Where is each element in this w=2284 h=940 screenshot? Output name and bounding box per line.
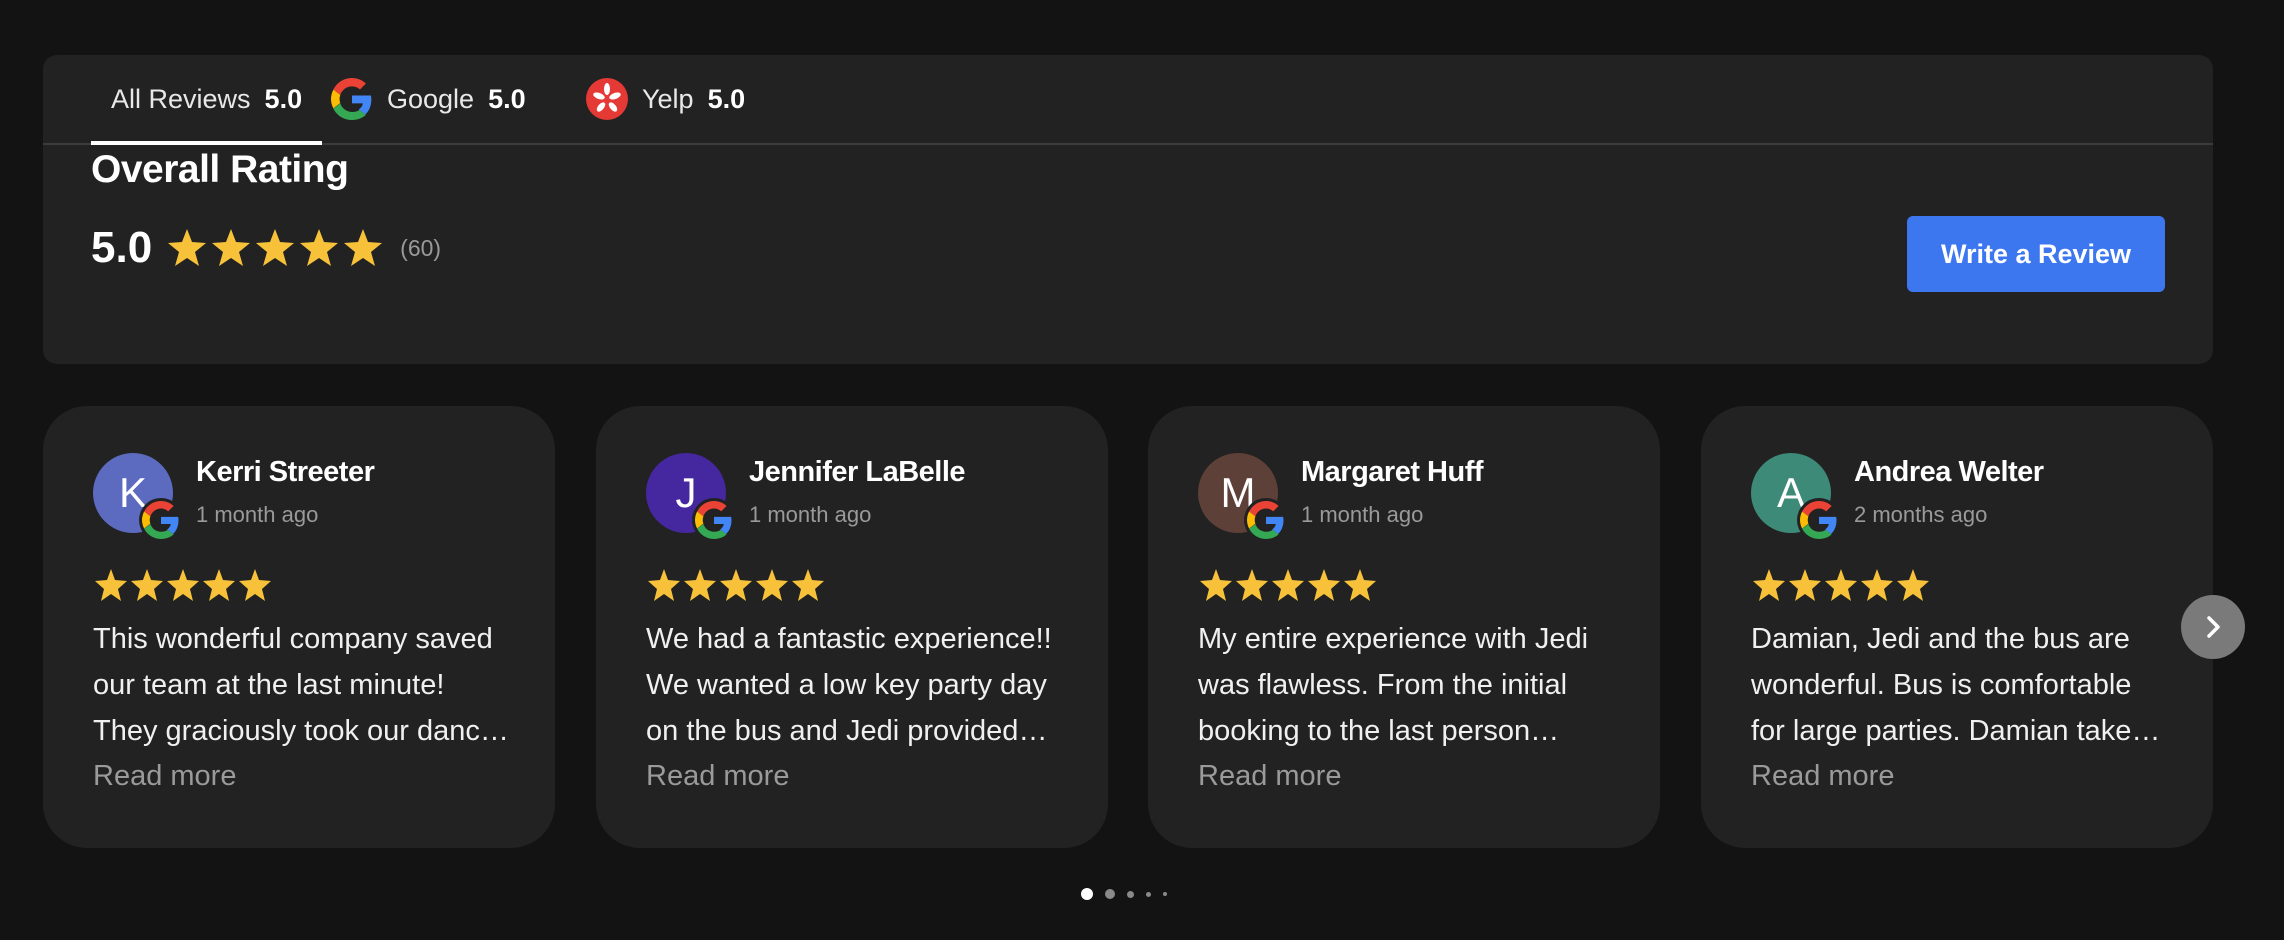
pagination-dot[interactable] — [1081, 888, 1093, 900]
google-icon — [139, 498, 183, 542]
yelp-icon — [586, 78, 628, 120]
reviewer-name: Kerri Streeter — [196, 456, 375, 488]
tab-score: 5.0 — [488, 83, 526, 114]
review-body: We had a fantastic experience!! We wante… — [646, 623, 1052, 747]
tab-label: All Reviews — [111, 83, 251, 114]
tab-google[interactable]: Google 5.0 — [331, 55, 526, 143]
review-text: This wonderful company saved our team at… — [93, 616, 513, 754]
review-body: My entire experience with Jedi was flawl… — [1198, 623, 1589, 747]
pagination-dot[interactable] — [1127, 890, 1134, 898]
tab-score: 5.0 — [264, 83, 303, 114]
star-rating-icon — [648, 569, 824, 601]
review-card: J Jennifer LaBelle 1 month ago We had a … — [596, 406, 1108, 848]
google-icon — [692, 498, 736, 542]
carousel-pagination — [1081, 888, 1167, 900]
review-stars — [646, 568, 830, 604]
overall-score: 5.0 — [91, 223, 153, 272]
read-more-link[interactable]: Read more — [93, 760, 236, 793]
review-text: Damian, Jedi and the bus are wonderful. … — [1751, 616, 2171, 754]
review-body: This wonderful company saved our team at… — [93, 623, 496, 747]
read-more-link[interactable]: Read more — [1751, 760, 1894, 793]
next-slide-button[interactable] — [2181, 595, 2245, 659]
read-more-link[interactable]: Read more — [1198, 760, 1341, 793]
tab-label: Google — [387, 83, 475, 114]
review-body: Damian, Jedi and the bus are wonderful. … — [1751, 623, 2146, 747]
pagination-dot[interactable] — [1105, 889, 1115, 899]
tab-yelp[interactable]: Yelp 5.0 — [586, 55, 745, 143]
review-text: We had a fantastic experience!! We wante… — [646, 616, 1066, 754]
source-tabs: All Reviews 5.0 Google 5.0 Yelp 5.0 — [43, 55, 2213, 145]
review-stars — [1751, 568, 1935, 604]
google-icon — [331, 78, 373, 120]
review-stars — [93, 568, 277, 604]
pagination-dot[interactable] — [1163, 892, 1167, 896]
overall-rating-row: 5.0 (60) — [91, 223, 441, 273]
review-time: 2 months ago — [1854, 502, 1988, 527]
overall-rating-title: Overall Rating — [91, 148, 349, 191]
star-rating-icon — [1200, 569, 1376, 601]
review-stars — [1198, 568, 1382, 604]
review-count: (60) — [400, 234, 442, 261]
review-card: K Kerri Streeter 1 month ago This wonder… — [43, 406, 555, 848]
review-card: M Margaret Huff 1 month ago My entire ex… — [1148, 406, 1660, 848]
write-review-button[interactable]: Write a Review — [1907, 216, 2165, 292]
google-icon — [1244, 498, 1288, 542]
review-card: A Andrea Welter 2 months ago Damian, Jed… — [1701, 406, 2213, 848]
tab-score: 5.0 — [707, 83, 746, 114]
chevron-right-icon — [2207, 616, 2220, 638]
star-rating-icon — [168, 229, 383, 266]
google-icon — [1797, 498, 1841, 542]
review-time: 1 month ago — [1301, 502, 1424, 527]
tab-label: Yelp — [642, 83, 694, 114]
reviewer-name: Jennifer LaBelle — [749, 456, 966, 488]
star-rating-icon — [95, 569, 271, 601]
reviewer-name: Andrea Welter — [1854, 456, 2044, 488]
review-text: My entire experience with Jedi was flawl… — [1198, 616, 1618, 754]
tab-all-reviews[interactable]: All Reviews 5.0 — [91, 55, 323, 145]
star-rating-icon — [1753, 569, 1929, 601]
pagination-dot[interactable] — [1146, 891, 1151, 897]
rating-summary-panel: All Reviews 5.0 Google 5.0 Yelp 5.0 Over… — [43, 55, 2213, 364]
overall-stars — [166, 227, 384, 269]
reviewer-name: Margaret Huff — [1301, 456, 1484, 488]
read-more-link[interactable]: Read more — [646, 760, 789, 793]
review-time: 1 month ago — [749, 502, 872, 527]
review-time: 1 month ago — [196, 502, 319, 527]
